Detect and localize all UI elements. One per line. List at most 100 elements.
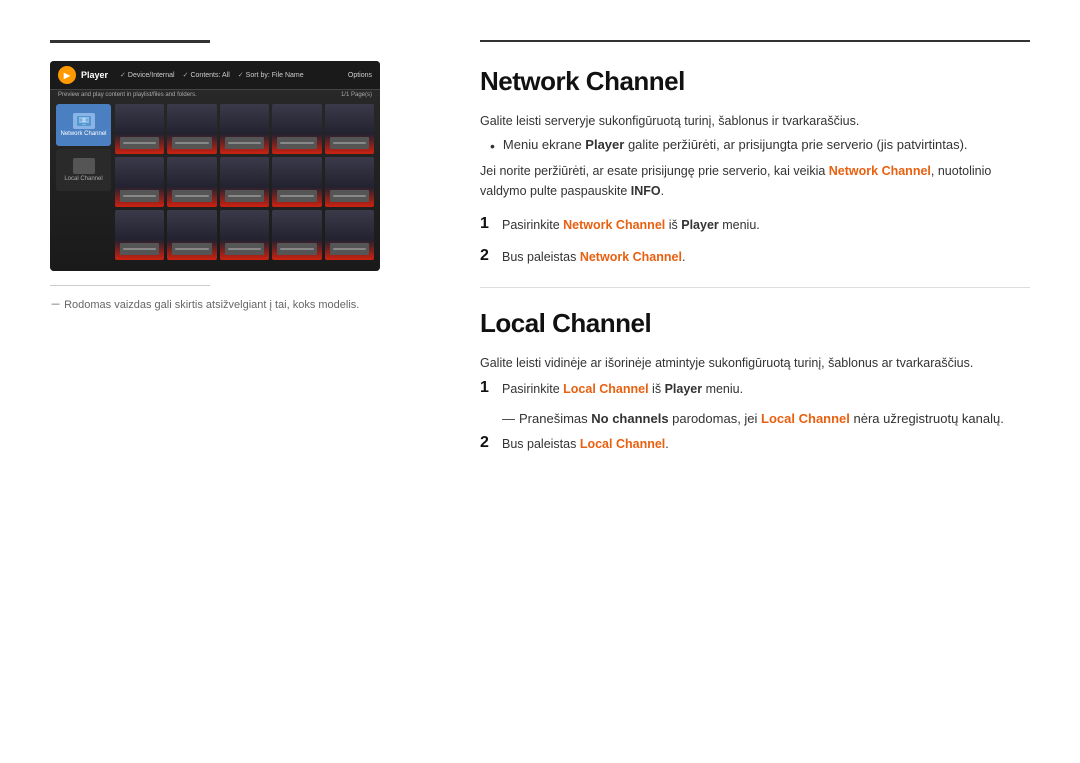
tv-subtitle: Preview and play content in playlist/fil… bbox=[58, 92, 197, 98]
local-step-content-1: Pasirinkite Local Channel iš Player meni… bbox=[502, 379, 1030, 399]
tv-grid-bar bbox=[172, 137, 212, 149]
info-network-highlight: Network Channel bbox=[829, 164, 931, 178]
step1-mid: iš bbox=[665, 218, 681, 232]
note-content: Pranešimas No channels parodomas, jei Lo… bbox=[519, 411, 1004, 426]
note-no-channels: No channels bbox=[591, 411, 668, 426]
local-channel-intro: Galite leisti vidinėje ar išorinėje atmi… bbox=[480, 353, 1030, 373]
tv-pagecount: 1/1 Page(s) bbox=[341, 92, 372, 98]
info-block-network: Jei norite peržiūrėti, ar esate prisijun… bbox=[480, 161, 1030, 201]
note-suffix: nėra užregistruotų kanalų. bbox=[850, 411, 1004, 426]
network-channel-title: Network Channel bbox=[480, 66, 1030, 97]
tv-grid-bar bbox=[120, 190, 160, 202]
local-channel-note: Pranešimas No channels parodomas, jei Lo… bbox=[502, 411, 1030, 426]
tv-ui: ▶ Player ✓ Device/Internal ✓ Contents: A… bbox=[50, 61, 380, 271]
tv-local-icon bbox=[73, 158, 95, 174]
bullet-mid-1: galite peržiūrėti, ar prisijungta prie s… bbox=[624, 137, 967, 152]
tv-grid-item bbox=[220, 157, 269, 207]
tv-grid-bar bbox=[172, 243, 212, 255]
tv-grid-bar bbox=[330, 243, 370, 255]
tv-grid-item bbox=[167, 157, 216, 207]
step-content-2: Bus paleistas Network Channel. bbox=[502, 247, 1030, 267]
tv-grid-item bbox=[220, 210, 269, 260]
tv-grid-item bbox=[325, 104, 374, 154]
step1-network: Network Channel bbox=[563, 218, 665, 232]
local-step2-suffix: . bbox=[665, 437, 668, 451]
tv-grid-bar bbox=[277, 243, 317, 255]
top-separator bbox=[480, 40, 1030, 42]
tv-header: ▶ Player ✓ Device/Internal ✓ Contents: A… bbox=[50, 61, 380, 90]
local-step1-player: Player bbox=[665, 382, 703, 396]
tv-grid-bar bbox=[225, 137, 265, 149]
tv-header-title: Player bbox=[81, 70, 108, 80]
bullet-text-1: Meniu ekrane Player galite peržiūrėti, a… bbox=[503, 137, 968, 152]
tv-grid-item bbox=[220, 104, 269, 154]
tv-header-tabs: ✓ Device/Internal ✓ Contents: All ✓ Sort… bbox=[120, 71, 348, 79]
tv-local-label: Local Channel bbox=[64, 176, 102, 182]
note-local: Local Channel bbox=[761, 411, 850, 426]
tv-grid-bar bbox=[225, 190, 265, 202]
tv-grid-bar bbox=[330, 137, 370, 149]
screen-mockup: ▶ Player ✓ Device/Internal ✓ Contents: A… bbox=[50, 61, 380, 271]
tv-options: Options bbox=[348, 72, 372, 79]
tv-grid-item bbox=[115, 104, 164, 154]
right-panel: Network Channel Galite leisti serveryje … bbox=[480, 40, 1030, 723]
left-separator bbox=[50, 285, 210, 286]
local-step2-local: Local Channel bbox=[580, 437, 665, 451]
local-step1-local: Local Channel bbox=[563, 382, 648, 396]
step2-network: Network Channel bbox=[580, 250, 682, 264]
tv-tab-sort: ✓ Sort by: File Name bbox=[238, 71, 304, 79]
info-end: . bbox=[661, 184, 664, 198]
tv-grid-item bbox=[325, 157, 374, 207]
tv-grid-item bbox=[167, 210, 216, 260]
network-step-1: 1 Pasirinkite Network Channel iš Player … bbox=[480, 215, 1030, 235]
local-channel-title: Local Channel bbox=[480, 308, 1030, 339]
tv-grid-item bbox=[325, 210, 374, 260]
page-container: ▶ Player ✓ Device/Internal ✓ Contents: A… bbox=[0, 0, 1080, 763]
info-prefix: Jei norite peržiūrėti, ar esate prisijun… bbox=[480, 164, 829, 178]
info-bold: INFO bbox=[631, 184, 661, 198]
step-number-1: 1 bbox=[480, 215, 502, 233]
tv-grid-bar bbox=[277, 190, 317, 202]
player-bold-1: Player bbox=[585, 137, 624, 152]
local-step1-mid: iš bbox=[649, 382, 665, 396]
tv-sidebar: Network Channel Local Channel bbox=[56, 104, 111, 260]
local-step-content-2: Bus paleistas Local Channel. bbox=[502, 434, 1030, 454]
step2-prefix: Bus paleistas bbox=[502, 250, 580, 264]
note-prefix: Pranešimas bbox=[519, 411, 591, 426]
local-step2-prefix: Bus paleistas bbox=[502, 437, 580, 451]
tv-local-channel-item: Local Channel bbox=[56, 149, 111, 191]
tv-grid-item bbox=[115, 210, 164, 260]
step1-player: Player bbox=[681, 218, 719, 232]
tv-grid-bar bbox=[330, 190, 370, 202]
local-step-1: 1 Pasirinkite Local Channel iš Player me… bbox=[480, 379, 1030, 399]
tv-player-icon: ▶ bbox=[58, 66, 76, 84]
step2-suffix: . bbox=[682, 250, 685, 264]
screen-note: Rodomas vaizdas gali skirtis atsižvelgia… bbox=[50, 296, 430, 312]
bullet-prefix-1: Meniu ekrane bbox=[503, 137, 585, 152]
tv-grid-item bbox=[115, 157, 164, 207]
tv-grid-bar bbox=[120, 137, 160, 149]
tv-network-label: Network Channel bbox=[60, 131, 106, 137]
local-step-2: 2 Bus paleistas Local Channel. bbox=[480, 434, 1030, 454]
tv-grid-bar bbox=[120, 243, 160, 255]
section-divider bbox=[480, 287, 1030, 288]
bullet-item-1: Meniu ekrane Player galite peržiūrėti, a… bbox=[480, 137, 1030, 157]
tv-grid-item bbox=[167, 104, 216, 154]
top-line-decoration bbox=[50, 40, 210, 43]
local-step1-suffix: meniu. bbox=[702, 382, 743, 396]
tv-tab-contents: ✓ Contents: All bbox=[183, 71, 230, 79]
tv-grid-item bbox=[272, 104, 321, 154]
tv-grid-item bbox=[272, 210, 321, 260]
tv-grid-bar bbox=[277, 137, 317, 149]
tv-network-channel-item: Network Channel bbox=[56, 104, 111, 146]
tv-grid-item bbox=[272, 157, 321, 207]
step-content-1: Pasirinkite Network Channel iš Player me… bbox=[502, 215, 1030, 235]
tv-network-icon bbox=[73, 113, 95, 129]
tv-grid-bar bbox=[225, 243, 265, 255]
local-step-number-1: 1 bbox=[480, 379, 502, 397]
step-number-2: 2 bbox=[480, 247, 502, 265]
left-panel: ▶ Player ✓ Device/Internal ✓ Contents: A… bbox=[50, 40, 430, 723]
network-channel-intro: Galite leisti serveryje sukonfigūruotą t… bbox=[480, 111, 1030, 131]
tv-tab-device: ✓ Device/Internal bbox=[120, 71, 175, 79]
tv-grid-bar bbox=[172, 190, 212, 202]
